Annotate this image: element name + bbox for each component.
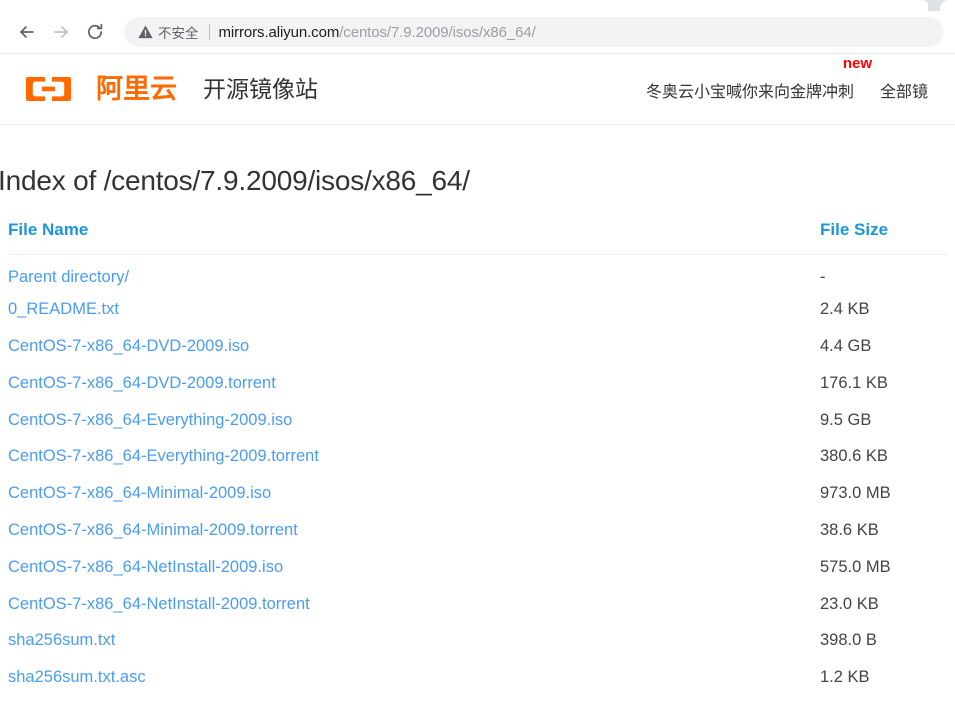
file-link[interactable]: CentOS-7-x86_64-DVD-2009.torrent [8, 374, 276, 392]
table-row: CentOS-7-x86_64-DVD-2009.torrent 176.1 KB [8, 365, 947, 402]
file-size-value: 1.2 KB [820, 668, 870, 687]
site-title: 开源镜像站 [203, 75, 318, 102]
file-size-value: 4.4 GB [820, 336, 872, 355]
file-name-cell: CentOS-7-x86_64-NetInstall-2009.iso [8, 549, 820, 586]
file-size-cell: 4.4 GB [820, 328, 947, 365]
nav-link-all-mirrors[interactable]: 全部镜 [880, 78, 928, 102]
file-name-cell: CentOS-7-x86_64-Everything-2009.torrent [8, 438, 820, 475]
file-size-value: 38.6 KB [820, 520, 879, 539]
security-label: 不安全 [158, 26, 199, 41]
nav-link-winter-olympics[interactable]: 冬奥云小宝喊你来向金牌冲刺 new [646, 56, 872, 102]
table-row: 0_README.txt 2.4 KB [8, 291, 947, 328]
brand-name: 阿里云 [96, 73, 177, 104]
file-name-cell: 0_README.txt [8, 291, 820, 328]
column-header-file-name[interactable]: File Name [8, 220, 820, 255]
reload-icon[interactable] [80, 17, 110, 47]
file-size-cell: 38.6 KB [820, 512, 947, 549]
url-host: mirrors.aliyun.com [218, 23, 340, 41]
file-name-cell: CentOS-7-x86_64-DVD-2009.torrent [8, 365, 820, 402]
new-badge: new [842, 54, 873, 72]
file-size-cell: 2.4 KB [820, 291, 947, 328]
file-size-cell: 9.5 GB [820, 402, 947, 439]
site-header: 阿里云 开源镜像站 冬奥云小宝喊你来向金牌冲刺 new 全部镜 [0, 54, 955, 125]
browser-toolbar: 不安全 mirrors.aliyun.com/centos/7.9.2009/i… [0, 11, 955, 54]
file-name-cell: sha256sum.txt.asc [8, 659, 820, 696]
column-header-file-size[interactable]: File Size [820, 220, 947, 255]
browser-tab-next[interactable] [940, 0, 955, 11]
file-size-value: 398.0 B [820, 631, 877, 650]
file-link[interactable]: sha256sum.txt.asc [8, 668, 146, 686]
file-link[interactable]: CentOS-7-x86_64-NetInstall-2009.iso [8, 558, 283, 576]
file-size-value: 2.4 KB [820, 300, 870, 319]
table-row: CentOS-7-x86_64-Everything-2009.iso 9.5 G… [8, 402, 947, 439]
file-link[interactable]: 0_README.txt [8, 300, 119, 318]
table-row: CentOS-7-x86_64-DVD-2009.iso 4.4 GB [8, 328, 947, 365]
aliyun-logo-icon [26, 77, 71, 101]
file-size-cell: 398.0 B [820, 622, 947, 659]
url-text[interactable]: mirrors.aliyun.com/centos/7.9.2009/isos/… [219, 24, 536, 41]
file-size-cell: 973.0 MB [820, 475, 947, 512]
file-link[interactable]: CentOS-7-x86_64-Everything-2009.torrent [8, 447, 319, 465]
table-row: Parent directory/ - [8, 255, 947, 292]
file-size-cell: 380.6 KB [820, 438, 947, 475]
browser-tab-active[interactable] [0, 0, 930, 11]
file-name-cell: CentOS-7-x86_64-Minimal-2009.torrent [8, 512, 820, 549]
url-path: /centos/7.9.2009/isos/x86_64/ [339, 23, 536, 41]
file-size-value: 575.0 MB [820, 557, 891, 576]
table-row: sha256sum.txt 398.0 B [8, 622, 947, 659]
browser-chrome: 不安全 mirrors.aliyun.com/centos/7.9.2009/i… [0, 0, 955, 54]
file-size-value: 9.5 GB [820, 410, 872, 429]
omnibox-divider [208, 24, 210, 40]
nav-link-label: 冬奥云小宝喊你来向金牌冲刺 [646, 83, 855, 101]
file-link[interactable]: sha256sum.txt [8, 631, 115, 649]
brand-logo[interactable]: 阿里云 [26, 74, 177, 104]
file-size-value: 176.1 KB [820, 373, 888, 392]
file-link[interactable]: CentOS-7-x86_64-Minimal-2009.torrent [8, 521, 298, 539]
file-link[interactable]: CentOS-7-x86_64-Everything-2009.iso [8, 411, 292, 429]
file-size-cell: 176.1 KB [820, 365, 947, 402]
table-row: sha256sum.txt.asc 1.2 KB [8, 659, 947, 696]
table-row: CentOS-7-x86_64-Minimal-2009.torrent 38.6… [8, 512, 947, 549]
file-size-cell: - [820, 255, 947, 292]
table-row: CentOS-7-x86_64-Everything-2009.torrent 3… [8, 438, 947, 475]
parent-directory-link[interactable]: Parent directory/ [8, 268, 129, 286]
file-name-cell: Parent directory/ [8, 255, 820, 292]
tab-strip-gap [928, 0, 940, 11]
file-link[interactable]: CentOS-7-x86_64-Minimal-2009.iso [8, 484, 271, 502]
table-row: CentOS-7-x86_64-Minimal-2009.iso 973.0 MB [8, 475, 947, 512]
file-name-cell: CentOS-7-x86_64-Everything-2009.iso [8, 402, 820, 439]
address-bar[interactable]: 不安全 mirrors.aliyun.com/centos/7.9.2009/i… [124, 17, 943, 47]
file-name-cell: CentOS-7-x86_64-Minimal-2009.iso [8, 475, 820, 512]
site-security-chip[interactable]: 不安全 [138, 22, 199, 42]
file-name-cell: CentOS-7-x86_64-DVD-2009.iso [8, 328, 820, 365]
page-body: Index of /centos/7.9.2009/isos/x86_64/ F… [0, 165, 955, 696]
forward-arrow-icon[interactable] [46, 17, 76, 47]
file-link[interactable]: CentOS-7-x86_64-NetInstall-2009.torrent [8, 595, 310, 613]
file-size-value: 23.0 KB [820, 594, 879, 613]
warning-triangle-icon [138, 25, 153, 39]
file-listing-table: File Name File Size Parent directory/ - 0_… [8, 220, 947, 696]
page-title: Index of /centos/7.9.2009/isos/x86_64/ [0, 165, 470, 196]
tab-strip[interactable] [0, 0, 955, 11]
table-header-row: File Name File Size [8, 220, 947, 255]
file-size-cell: 23.0 KB [820, 586, 947, 623]
header-nav: 冬奥云小宝喊你来向金牌冲刺 new 全部镜 [646, 54, 928, 125]
file-size-value: 380.6 KB [820, 447, 888, 466]
file-name-cell: sha256sum.txt [8, 622, 820, 659]
file-listing-body: Parent directory/ - 0_README.txt 2.4 KB Cent… [8, 255, 947, 697]
file-link[interactable]: CentOS-7-x86_64-DVD-2009.iso [8, 337, 249, 355]
table-row: CentOS-7-x86_64-NetInstall-2009.torrent 2… [8, 586, 947, 623]
back-arrow-icon[interactable] [12, 17, 42, 47]
file-size-cell: 1.2 KB [820, 659, 947, 696]
file-size-value: - [820, 268, 826, 287]
file-size-cell: 575.0 MB [820, 549, 947, 586]
file-size-value: 973.0 MB [820, 484, 891, 503]
table-row: CentOS-7-x86_64-NetInstall-2009.iso 575.0… [8, 549, 947, 586]
file-name-cell: CentOS-7-x86_64-NetInstall-2009.torrent [8, 586, 820, 623]
